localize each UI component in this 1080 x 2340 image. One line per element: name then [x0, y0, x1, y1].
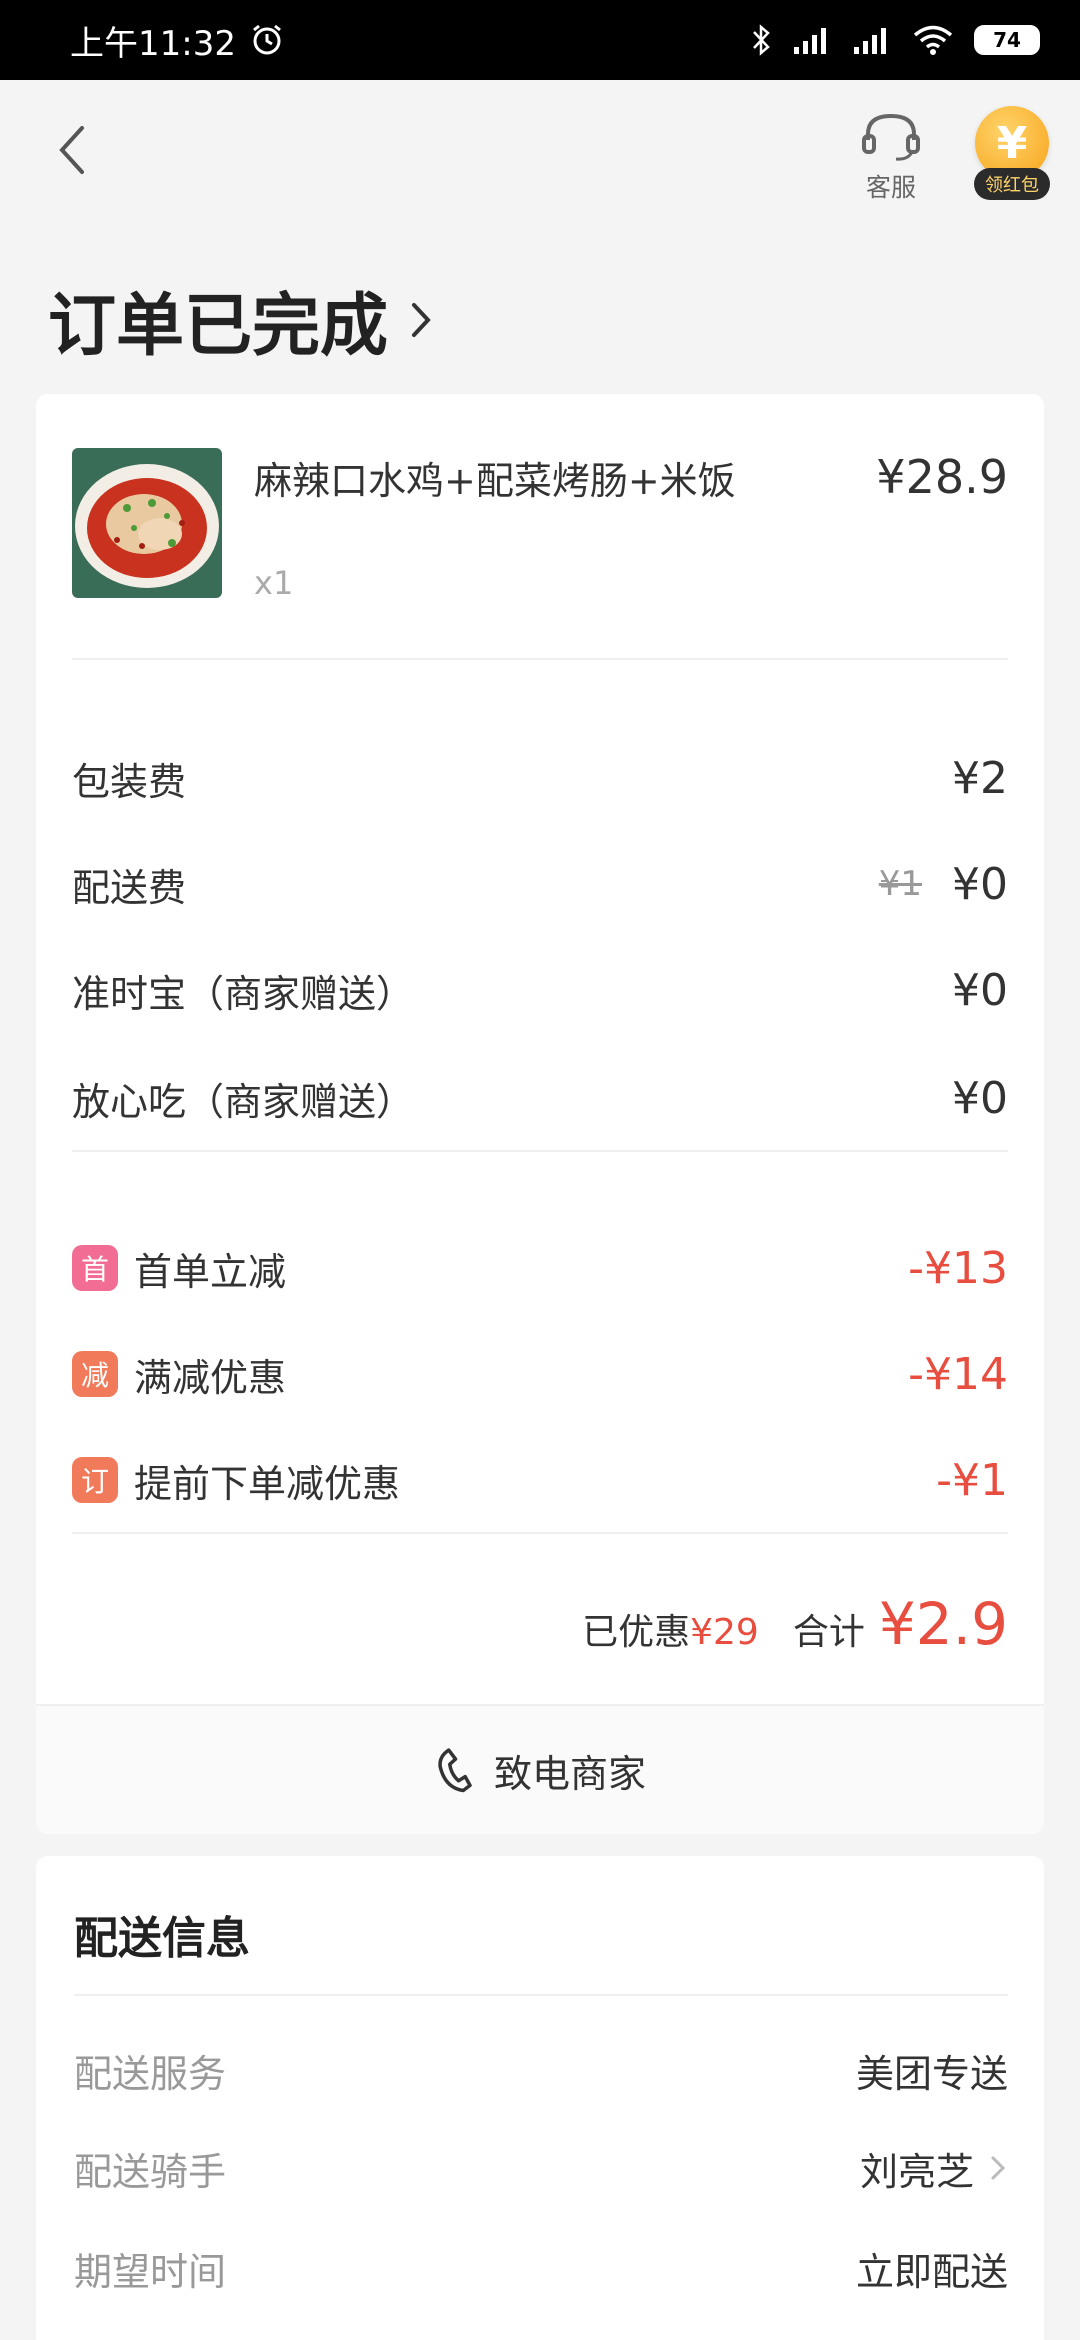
back-button[interactable] — [52, 120, 112, 190]
fee-label: 放心吃（商家赠送） — [72, 1079, 415, 1124]
item-price: ¥28.9 — [876, 450, 1008, 504]
delivery-service-row: 配送服务 美团专送 — [74, 2040, 1008, 2100]
status-bar: 上午11:32 74 — [0, 0, 1080, 80]
chevron-left-icon — [59, 126, 84, 174]
order-detail-card: 麻辣口水鸡+配菜烤肠+米饭 x1 ¥28.9 包装费 ¥2 配送费 ¥1 ¥0 … — [36, 394, 1044, 1834]
customer-service-label: 客服 — [865, 173, 916, 202]
alarm-icon — [253, 24, 281, 55]
fee-value: ¥0 — [952, 1072, 1008, 1124]
first-order-badge-icon: 首 — [72, 1245, 118, 1291]
fee-label: 准时宝（商家赠送） — [72, 971, 415, 1016]
delivery-rider-row[interactable]: 配送骑手 刘亮芝 — [74, 2138, 1008, 2198]
total-label: 合计 — [792, 1612, 865, 1653]
saved-amount: ¥29 — [690, 1612, 759, 1653]
red-packet-label: 领红包 — [974, 168, 1050, 200]
fee-original-price: ¥1 — [878, 864, 922, 904]
fee-row-food-safety: 放心吃（商家赠送） ¥0 — [72, 1068, 1008, 1128]
order-status-title[interactable]: 订单已完成 — [48, 270, 436, 369]
reduction-badge-icon: 减 — [72, 1351, 118, 1397]
red-packet-button[interactable]: ¥ 领红包 — [970, 106, 1054, 206]
divider — [74, 1994, 1008, 1996]
discount-value: -¥13 — [908, 1242, 1008, 1294]
customer-service-button[interactable]: 客服 — [858, 110, 924, 204]
delivery-info-card: 配送信息 配送服务 美团专送 配送骑手 刘亮芝 期望时间 立即配送 — [36, 1856, 1044, 2340]
info-label: 配送服务 — [74, 2051, 227, 2096]
total-amount: ¥2.9 — [878, 1590, 1008, 1658]
discount-row-first-order: 首 首单立减 -¥13 — [72, 1238, 1008, 1298]
info-value: 刘亮芝 — [859, 2149, 974, 2194]
wifi-icon — [913, 25, 953, 55]
divider — [72, 1150, 1008, 1152]
order-item[interactable]: 麻辣口水鸡+配菜烤肠+米饭 x1 ¥28.9 — [72, 448, 1008, 602]
food-image — [72, 448, 222, 598]
discount-row-preorder: 订 提前下单减优惠 -¥1 — [72, 1450, 1008, 1510]
signal-icon-2 — [854, 28, 886, 54]
discount-label: 首单立减 — [134, 1249, 287, 1294]
fee-label: 配送费 — [72, 865, 187, 910]
divider — [72, 1532, 1008, 1534]
info-label: 配送骑手 — [74, 2149, 227, 2194]
delivery-info-title: 配送信息 — [74, 1913, 250, 1964]
phone-icon — [438, 1748, 472, 1793]
signal-icon — [794, 28, 826, 54]
fee-value: ¥0 — [952, 858, 1008, 910]
header: 客服 ¥ 领红包 — [0, 80, 1080, 230]
saved-label: 已优惠 — [582, 1612, 691, 1653]
fee-row-packaging: 包装费 ¥2 — [72, 748, 1008, 808]
call-merchant-button[interactable]: 致电商家 — [36, 1704, 1044, 1834]
discount-value: -¥1 — [936, 1454, 1008, 1506]
fee-value: ¥0 — [952, 964, 1008, 1016]
battery-level: 74 — [993, 28, 1021, 52]
chevron-right-icon — [991, 2156, 1006, 2180]
discount-row-full-reduction: 减 满减优惠 -¥14 — [72, 1344, 1008, 1404]
fee-value: ¥2 — [952, 752, 1008, 804]
order-total: 已优惠 ¥29 合计 ¥2.9 — [582, 1590, 1008, 1658]
discount-label: 提前下单减优惠 — [134, 1461, 401, 1506]
order-status-text: 订单已完成 — [48, 287, 389, 366]
fee-row-ontime-guarantee: 准时宝（商家赠送） ¥0 — [72, 960, 1008, 1020]
item-quantity: x1 — [254, 564, 294, 602]
expected-time-row: 期望时间 立即配送 — [74, 2238, 1008, 2298]
info-label: 期望时间 — [74, 2249, 227, 2294]
discount-value: -¥14 — [908, 1348, 1008, 1400]
divider — [72, 658, 1008, 660]
preorder-badge-icon: 订 — [72, 1457, 118, 1503]
battery-indicator: 74 — [974, 25, 1040, 55]
bluetooth-icon — [753, 24, 770, 56]
discount-label: 满减优惠 — [134, 1355, 287, 1400]
fee-row-delivery: 配送费 ¥1 ¥0 — [72, 854, 1008, 914]
headset-icon — [862, 113, 920, 161]
chevron-right-icon — [412, 302, 431, 337]
item-name: 麻辣口水鸡+配菜烤肠+米饭 — [254, 459, 736, 503]
info-value: 立即配送 — [855, 2249, 1008, 2294]
call-merchant-label: 致电商家 — [493, 1751, 646, 1796]
info-value: 美团专送 — [855, 2051, 1008, 2096]
status-time: 上午11:32 — [70, 23, 236, 64]
fee-label: 包装费 — [72, 759, 187, 804]
